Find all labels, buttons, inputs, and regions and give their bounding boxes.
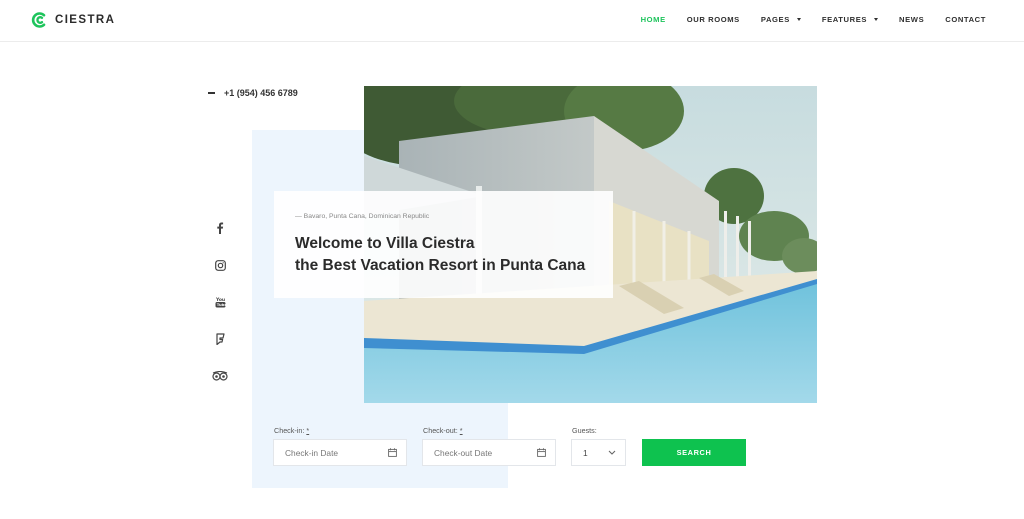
logo-icon [31,12,46,28]
caret-down-icon [874,18,879,21]
foursquare-icon[interactable] [210,329,230,349]
guests-label: Guests: [572,426,597,435]
nav-features[interactable]: FEATURES [821,15,879,24]
phone-text: +1 (954) 456 6789 [224,88,298,98]
checkin-input[interactable]: Check-in Date [273,439,407,466]
checkout-label: Check-out: * [423,426,463,435]
required-marker: * [459,426,463,435]
tripadvisor-icon[interactable] [210,366,230,386]
checkout-placeholder: Check-out Date [434,447,493,458]
nav-home[interactable]: HOME [641,15,666,24]
calendar-icon[interactable] [388,448,397,457]
checkin-label: Check-in: * [274,426,309,435]
checkin-label-text: Check-in: [274,426,305,435]
site-header: CIESTRA HOME OUR ROOMS PAGES FEATURES NE… [0,0,1024,42]
hero-title: Welcome to Villa Ciestra the Best Vacati… [295,233,585,277]
phone-number[interactable]: +1 (954) 456 6789 [208,88,298,98]
hero-title-line1: Welcome to Villa Ciestra [295,235,475,252]
nav-news-label: NEWS [899,15,925,24]
checkout-input[interactable]: Check-out Date [422,439,556,466]
welcome-card: — Bavaro, Punta Cana, Dominican Republic… [274,191,613,298]
hero-title-line2: the Best Vacation Resort in Punta Cana [295,257,586,274]
nav-contact-label: CONTACT [945,15,986,24]
checkout-label-text: Check-out: [423,426,458,435]
guests-value: 1 [583,447,588,458]
svg-text:Tube: Tube [216,302,225,307]
nav-contact[interactable]: CONTACT [945,15,986,24]
facebook-icon[interactable] [210,218,230,238]
calendar-icon[interactable] [537,448,546,457]
guests-select[interactable]: 1 [571,439,626,466]
chevron-down-icon [608,450,616,455]
caret-down-icon [796,18,801,21]
checkin-placeholder: Check-in Date [285,447,339,458]
instagram-icon[interactable] [210,255,230,275]
logo-text: CIESTRA [55,14,116,26]
search-button[interactable]: SEARCH [642,439,746,466]
nav-news[interactable]: NEWS [899,15,924,24]
nav-features-label: FEATURES [821,15,868,24]
nav-our-rooms-label: OUR ROOMS [686,15,740,24]
nav-pages[interactable]: PAGES [761,15,801,24]
main-nav: HOME OUR ROOMS PAGES FEATURES NEWS CONTA… [641,15,986,24]
nav-home-label: HOME [640,15,666,24]
logo[interactable]: CIESTRA [31,11,115,29]
nav-our-rooms[interactable]: OUR ROOMS [687,15,740,24]
required-marker: * [306,426,310,435]
social-links: You Tube [210,218,230,403]
dash-divider [208,92,215,94]
nav-pages-label: PAGES [760,15,790,24]
location-subtitle: — Bavaro, Punta Cana, Dominican Republic [295,213,430,220]
youtube-icon[interactable]: You Tube [210,292,230,312]
